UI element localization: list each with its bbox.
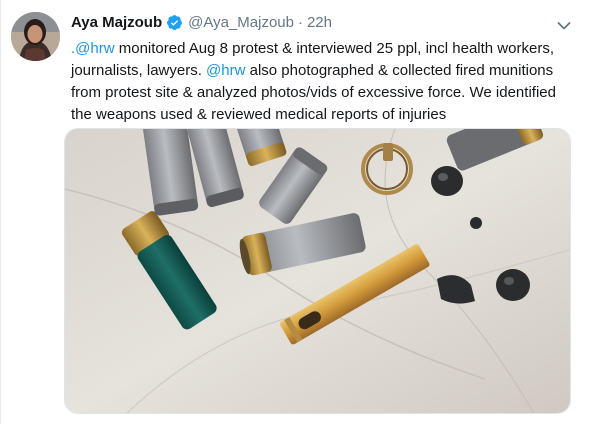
tweet-text-line: the weapons used & reviewed medical repo… [71, 106, 447, 123]
separator-dot: · [297, 14, 303, 31]
tweet-text-segment: also photographed & collected fired muni… [245, 62, 554, 79]
tweet-text-line: journalists, lawyers. @hrw also photogra… [71, 60, 581, 82]
avatar-image [11, 12, 60, 61]
tweet-text-line: .@hrw monitored Aug 8 protest & intervie… [71, 38, 581, 60]
timestamp[interactable]: 22h [307, 14, 332, 31]
tweet-header: Aya Majzoub @Aya_Majzoub · 22h [71, 14, 332, 31]
munitions-photo [65, 129, 570, 413]
tweet-photo[interactable] [64, 128, 571, 414]
tweet-text-line: from protest site & analyzed photos/vids… [71, 84, 556, 101]
author-handle[interactable]: @Aya_Majzoub [188, 14, 294, 31]
chevron-down-icon[interactable] [557, 18, 571, 30]
tweet-text-segment: journalists, lawyers. [71, 62, 207, 79]
tweet[interactable]: Aya Majzoub @Aya_Majzoub · 22h .@hrw mon… [0, 0, 597, 424]
tweet-text-segment: monitored Aug 8 protest & interviewed 25… [114, 40, 554, 57]
tweet-text: .@hrw monitored Aug 8 protest & intervie… [71, 38, 581, 126]
mention-link[interactable]: @hrw [206, 62, 245, 79]
author-name[interactable]: Aya Majzoub [71, 14, 162, 31]
verified-badge-icon [166, 14, 183, 31]
avatar[interactable] [11, 12, 60, 61]
mention-link[interactable]: .@hrw [71, 40, 115, 57]
